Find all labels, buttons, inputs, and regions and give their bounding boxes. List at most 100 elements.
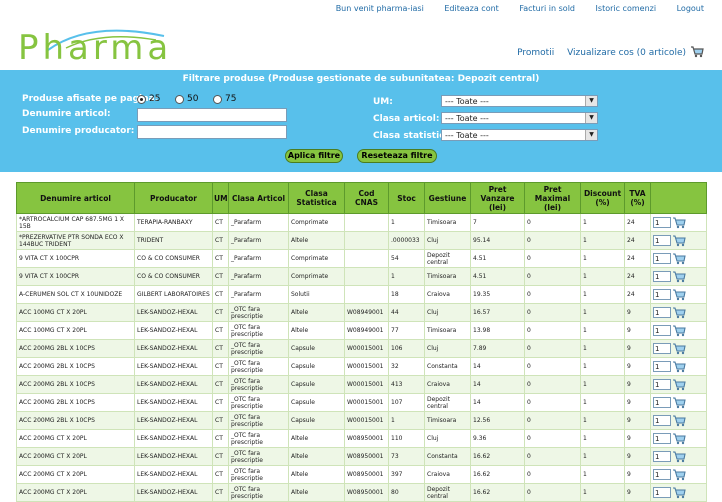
cell-price-sell: 7 xyxy=(470,213,525,232)
quantity-input[interactable]: 1 xyxy=(653,253,671,264)
cell-discount: 1 xyxy=(580,357,625,376)
quantity-input[interactable]: 1 xyxy=(653,289,671,300)
cell-stock: 1 xyxy=(388,213,425,232)
table-row: *PREZERVATIVE PTR SONDA ECO X 144BUC TRI… xyxy=(16,231,707,250)
article-label: Denumire articol: xyxy=(22,109,111,119)
col-header-class-article[interactable]: Clasa Articol xyxy=(228,182,289,214)
cell-name: ACC 200MG CT X 20PL xyxy=(16,429,135,448)
logo[interactable]: Pharma xyxy=(18,28,258,68)
cell-um: CT xyxy=(212,339,229,358)
add-to-cart-icon[interactable] xyxy=(672,468,686,481)
add-to-cart-icon[interactable] xyxy=(672,216,686,229)
col-header-um[interactable]: UM xyxy=(212,182,229,214)
quantity-input[interactable]: 1 xyxy=(653,487,671,498)
quantity-input[interactable]: 1 xyxy=(653,235,671,246)
col-header-cnas[interactable]: Cod CNAS xyxy=(344,182,389,214)
add-to-cart-icon[interactable] xyxy=(672,252,686,265)
cell-discount: 1 xyxy=(580,375,625,394)
col-header-vat[interactable]: TVA (%) xyxy=(624,182,651,214)
cell-class-article: _Parafarm xyxy=(228,285,289,304)
cell-stock: 18 xyxy=(388,285,425,304)
promotions-link[interactable]: Promotii xyxy=(517,48,554,58)
per-page-radio-50[interactable]: 50 xyxy=(175,94,198,104)
table-row: ACC 200MG 2BL X 10CPS LEK-SANDOZ-HEXAL CT _… xyxy=(16,393,707,412)
quantity-input[interactable]: 1 xyxy=(653,343,671,354)
add-to-cart-icon[interactable] xyxy=(672,270,686,283)
add-to-cart-icon[interactable] xyxy=(672,234,686,247)
add-to-cart-icon[interactable] xyxy=(672,450,686,463)
class-stat-select[interactable]: --- Toate --- ▼ xyxy=(441,129,598,141)
cell-producer: LEK-SANDOZ-HEXAL xyxy=(134,357,213,376)
quantity-input[interactable]: 1 xyxy=(653,271,671,282)
add-to-cart-icon[interactable] xyxy=(672,288,686,301)
cell-class-stat: Capsule xyxy=(288,339,345,358)
view-cart-link[interactable]: Vizualizare cos (0 articole) xyxy=(567,48,686,58)
cell-depot: Craiova xyxy=(424,285,471,304)
producer-input[interactable] xyxy=(137,125,287,139)
cell-price-sell: 16.62 xyxy=(470,483,525,502)
col-header-class-stat[interactable]: Clasa Statistica xyxy=(288,182,345,214)
cell-add-to-cart: 1 xyxy=(650,249,707,268)
add-to-cart-icon[interactable] xyxy=(672,378,686,391)
quantity-input[interactable]: 1 xyxy=(653,361,671,372)
cell-producer: TERAPIA-RANBAXY xyxy=(134,213,213,232)
col-header-discount[interactable]: Discount (%) xyxy=(580,182,625,214)
quantity-input[interactable]: 1 xyxy=(653,415,671,426)
per-page-radio-75[interactable]: 75 xyxy=(213,94,236,104)
col-header-name[interactable]: Denumire articol xyxy=(16,182,135,214)
um-select[interactable]: --- Toate --- ▼ xyxy=(441,95,598,107)
welcome-link[interactable]: Bun venit pharma-iasi xyxy=(336,4,424,13)
per-page-radio-25[interactable]: 25 xyxy=(137,94,160,104)
quantity-input[interactable]: 1 xyxy=(653,433,671,444)
edit-account-link[interactable]: Editeaza cont xyxy=(444,4,498,13)
add-to-cart-icon[interactable] xyxy=(672,432,686,445)
reset-filters-button[interactable]: Reseteaza filtre xyxy=(357,149,437,163)
col-header-price-max[interactable]: Pret Maximal (lei) xyxy=(524,182,581,214)
add-to-cart-icon[interactable] xyxy=(672,342,686,355)
col-header-price-sell[interactable]: Pret Vanzare (lei) xyxy=(470,182,525,214)
cell-price-sell: 16.62 xyxy=(470,465,525,484)
cell-add-to-cart: 1 xyxy=(650,375,707,394)
cell-class-stat: Capsule xyxy=(288,357,345,376)
quantity-input[interactable]: 1 xyxy=(653,379,671,390)
cell-stock: 413 xyxy=(388,375,425,394)
cell-add-to-cart: 1 xyxy=(650,303,707,322)
col-header-producer[interactable]: Producator xyxy=(134,182,213,214)
cell-class-article: _OTC fara prescriptie xyxy=(228,447,289,466)
order-history-link[interactable]: Istoric comenzi xyxy=(596,4,657,13)
cell-cnas xyxy=(344,231,389,250)
apply-filters-button[interactable]: Aplica filtre xyxy=(285,149,343,163)
cell-price-sell: 12.56 xyxy=(470,411,525,430)
add-to-cart-icon[interactable] xyxy=(672,486,686,499)
cell-vat: 24 xyxy=(624,231,651,250)
add-to-cart-icon[interactable] xyxy=(672,360,686,373)
article-input[interactable] xyxy=(137,108,287,122)
cell-class-stat: Altele xyxy=(288,429,345,448)
cell-stock: 106 xyxy=(388,339,425,358)
cell-price-sell: 16.57 xyxy=(470,303,525,322)
cell-price-sell: 9.36 xyxy=(470,429,525,448)
cell-cnas xyxy=(344,285,389,304)
cell-price-max: 0 xyxy=(524,231,581,250)
cell-class-stat: Altele xyxy=(288,231,345,250)
cart-icon[interactable] xyxy=(690,46,704,58)
class-article-select[interactable]: --- Toate --- ▼ xyxy=(441,112,598,124)
quantity-input[interactable]: 1 xyxy=(653,469,671,480)
quantity-input[interactable]: 1 xyxy=(653,397,671,408)
add-to-cart-icon[interactable] xyxy=(672,324,686,337)
quantity-input[interactable]: 1 xyxy=(653,325,671,336)
logout-link[interactable]: Logout xyxy=(677,4,704,13)
quantity-input[interactable]: 1 xyxy=(653,217,671,228)
add-to-cart-icon[interactable] xyxy=(672,306,686,319)
quantity-input[interactable]: 1 xyxy=(653,451,671,462)
cell-vat: 9 xyxy=(624,303,651,322)
col-header-stock[interactable]: Stoc xyxy=(388,182,425,214)
quantity-input[interactable]: 1 xyxy=(653,307,671,318)
cell-um: CT xyxy=(212,285,229,304)
cell-name: ACC 200MG 2BL X 10CPS xyxy=(16,339,135,358)
col-header-depot[interactable]: Gestiune xyxy=(424,182,471,214)
add-to-cart-icon[interactable] xyxy=(672,414,686,427)
invoices-link[interactable]: Facturi in sold xyxy=(519,4,575,13)
table-row: 9 VITA CT X 100CPR CO & CO CONSUMER CT _Par… xyxy=(16,267,707,286)
add-to-cart-icon[interactable] xyxy=(672,396,686,409)
